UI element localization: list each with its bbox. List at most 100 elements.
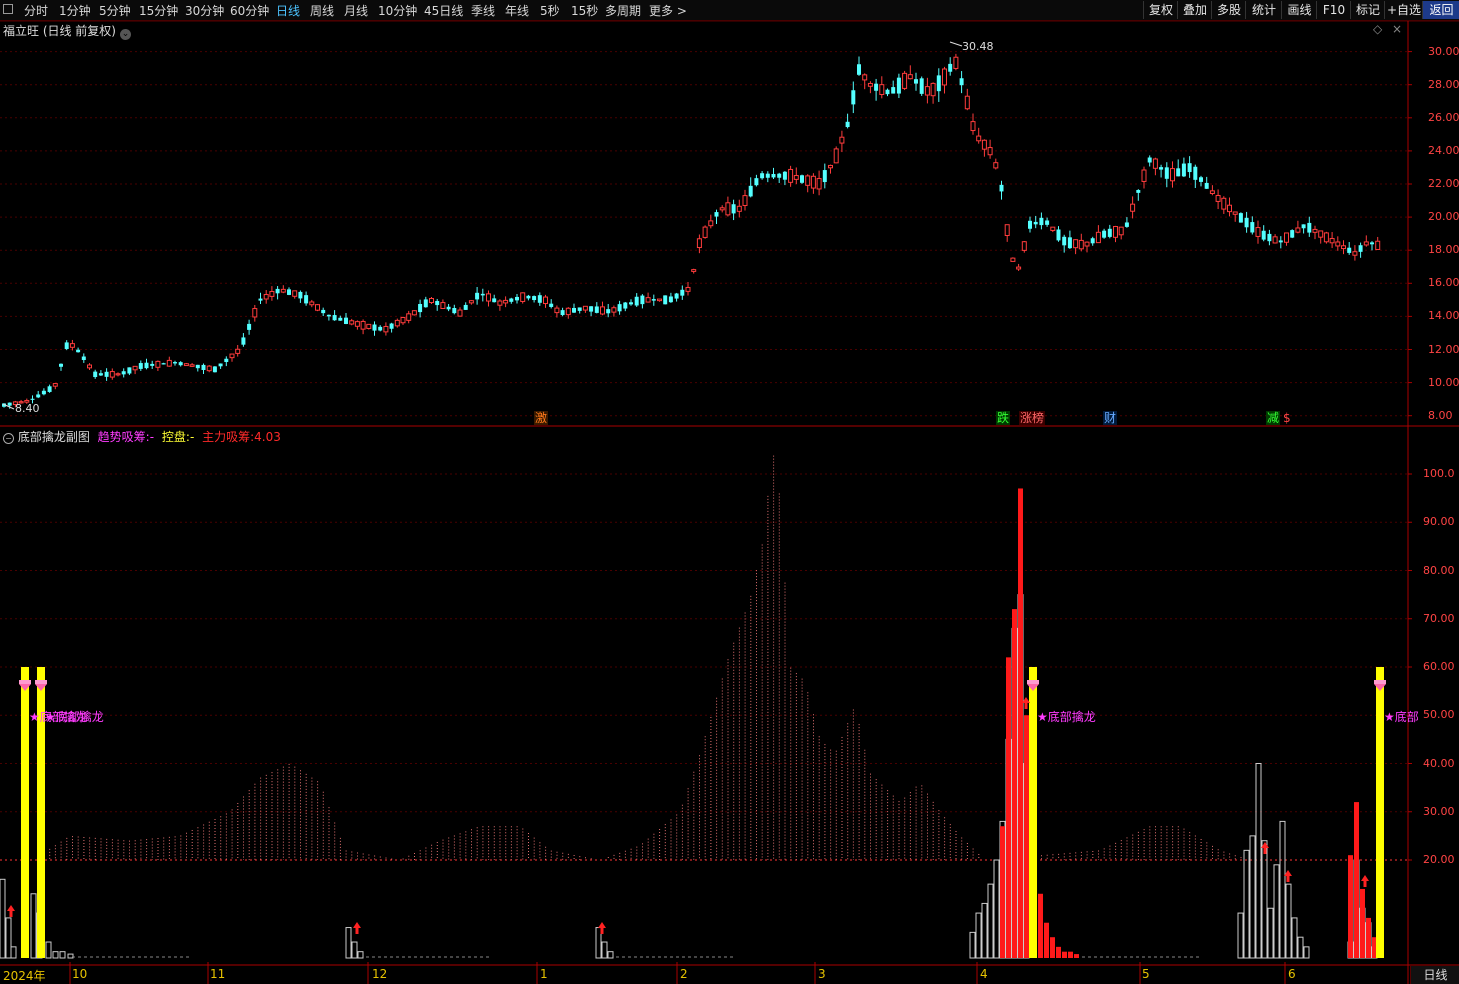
period-tab-60min[interactable]: 60分钟 — [230, 2, 269, 19]
candle-body — [885, 89, 890, 95]
candle-body — [554, 307, 560, 314]
period-tab-1min[interactable]: 1分钟 — [59, 2, 91, 19]
menu-icon[interactable] — [3, 4, 13, 14]
candle-body — [663, 295, 668, 305]
candle-body — [406, 313, 412, 321]
event-tag[interactable]: 减 — [1266, 411, 1281, 425]
indicator-main-value: 4.03 — [254, 430, 281, 444]
candle-body — [59, 363, 63, 367]
mark-button[interactable]: 标记 — [1350, 1, 1385, 19]
collapse-icon[interactable]: − — [3, 433, 14, 444]
period-tab-weekly[interactable]: 周线 — [310, 2, 334, 19]
candle-body — [354, 321, 360, 327]
candle-body — [1176, 168, 1181, 177]
candle-body — [725, 202, 731, 216]
candle-body — [121, 371, 126, 375]
candle-body — [69, 343, 75, 348]
candle-body — [1181, 163, 1186, 177]
chevron-down-icon[interactable]: ⌄ — [120, 29, 131, 40]
event-tag[interactable]: 涨榜 — [1019, 411, 1046, 425]
candle-body — [805, 175, 811, 186]
outline-bar — [45, 941, 52, 959]
candle-body — [1272, 236, 1278, 244]
period-tab-multi[interactable]: 多周期 — [605, 2, 641, 19]
candle-body — [155, 360, 161, 368]
f10-button[interactable]: F10 — [1316, 1, 1351, 19]
candle-body — [76, 349, 81, 353]
candle-body — [81, 356, 86, 361]
candle-body — [64, 342, 69, 349]
outline-bar — [1359, 907, 1366, 959]
outline-bar — [10, 946, 17, 959]
y-tick-label: 12.00 — [1428, 342, 1459, 356]
period-tab-year[interactable]: 年线 — [505, 2, 529, 19]
indicator-main-label: 主力吸筹: — [202, 430, 255, 444]
period-tab-monthly[interactable]: 月线 — [344, 2, 368, 19]
candle-body — [1341, 245, 1346, 250]
candle-body — [1255, 227, 1261, 237]
y-tick-label: 30.00 — [1423, 804, 1455, 818]
add-watchlist-button[interactable]: +自选 — [1384, 1, 1423, 19]
date-label: 4 — [980, 967, 988, 981]
candle-body — [617, 304, 622, 312]
statistics-button[interactable]: 统计 — [1245, 1, 1282, 19]
multi-stock-button[interactable]: 多股 — [1211, 1, 1246, 19]
period-tab-45day[interactable]: 45日线 — [424, 2, 463, 19]
period-tab-5min[interactable]: 5分钟 — [99, 2, 131, 19]
main-chart-title: 福立旺 (日线 前复权) ⌄ — [3, 22, 131, 40]
date-label: 1 — [540, 967, 548, 981]
period-status[interactable]: 日线 — [1410, 966, 1459, 984]
signal-label: ★底部擒龙 — [1037, 710, 1096, 724]
period-tab-quarter[interactable]: 季线 — [471, 2, 495, 19]
arrow-up-icon — [1022, 697, 1030, 709]
candle-body — [1290, 230, 1295, 238]
signal-label: ★底部 — [1384, 710, 1419, 724]
fuquan-button[interactable]: 复权 — [1143, 1, 1178, 19]
outline-bar — [1267, 907, 1274, 959]
event-tag[interactable]: 财 — [1103, 411, 1118, 425]
period-tab-more[interactable]: 更多 > — [649, 2, 687, 19]
candle-body — [987, 147, 993, 156]
outline-bar — [52, 951, 59, 959]
candle-body — [1028, 220, 1032, 229]
candle-body — [366, 323, 372, 329]
candle-body — [1164, 167, 1169, 179]
back-button[interactable]: 返回 — [1422, 1, 1459, 19]
candle-body — [919, 78, 924, 94]
candle-body — [109, 371, 115, 378]
candle-body — [1358, 245, 1363, 252]
period-tab-fenshi[interactable]: 分时 — [24, 2, 48, 19]
candle-body — [816, 178, 822, 190]
period-tab-daily[interactable]: 日线 — [276, 2, 300, 19]
candle-body — [999, 184, 1004, 192]
candle-body — [833, 148, 839, 164]
candle-body — [104, 371, 109, 377]
period-tab-30min[interactable]: 30分钟 — [185, 2, 224, 19]
diamond-icon — [35, 684, 47, 691]
period-tab-15sec[interactable]: 15秒 — [571, 2, 598, 19]
candle-body — [287, 289, 291, 295]
candle-body — [964, 95, 970, 110]
period-tab-10min[interactable]: 10分钟 — [378, 2, 417, 19]
candle-body — [674, 293, 679, 299]
candle-body — [857, 64, 861, 75]
outline-bar — [1017, 594, 1024, 959]
candle-body — [212, 366, 217, 373]
candle-body — [1073, 239, 1079, 249]
overlay-button[interactable]: 叠加 — [1177, 1, 1212, 19]
draw-line-button[interactable]: 画线 — [1281, 1, 1317, 19]
candle-body — [503, 299, 509, 304]
period-tab-15min[interactable]: 15分钟 — [139, 2, 178, 19]
event-tag[interactable]: $ — [1282, 411, 1292, 425]
diamond-icon — [1027, 684, 1039, 691]
outline-bar — [0, 878, 6, 959]
event-tag[interactable]: 跌 — [996, 411, 1011, 425]
y-tick-label: 30.00 — [1428, 44, 1459, 58]
period-tab-5sec[interactable]: 5秒 — [540, 2, 560, 19]
candle-body — [93, 371, 98, 378]
diamond-icon[interactable]: ◇ — [1373, 22, 1382, 36]
event-tag[interactable]: 激 — [534, 411, 549, 425]
candle-body — [930, 82, 936, 97]
candle-body — [332, 315, 337, 321]
close-icon[interactable]: × — [1392, 22, 1402, 36]
